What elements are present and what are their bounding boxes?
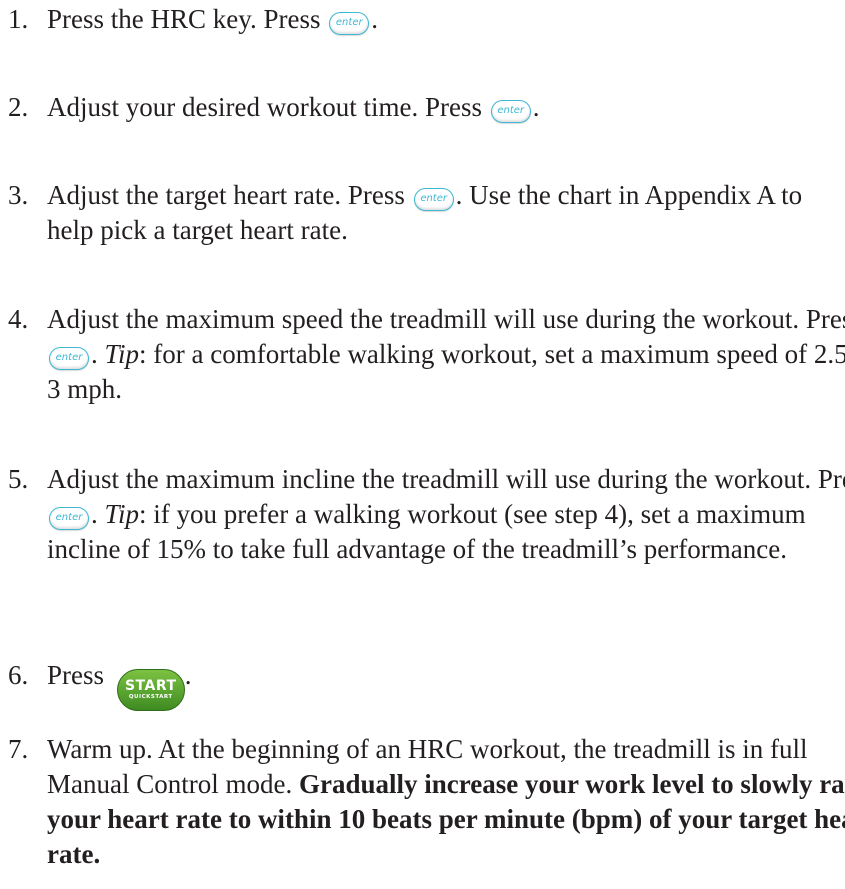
step-3: 3. Adjust the target heart rate. Press e…: [8, 178, 807, 248]
step-text: : if you prefer a walking workout (see s…: [47, 499, 806, 564]
step-text: Adjust your desired workout time. Press: [47, 92, 482, 122]
step-text: .: [91, 499, 98, 529]
tip-label: Tip: [104, 499, 140, 529]
step-2: 2. Adjust your desired workout time. Pre…: [8, 90, 845, 125]
step-text: Adjust the target heart rate. Press: [47, 180, 405, 210]
start-key-label: START: [124, 678, 177, 694]
step-text: .: [184, 660, 192, 690]
step-6: 6. Press START QUICKSTART .: [8, 658, 845, 711]
start-quickstart-key-icon: START QUICKSTART: [116, 669, 185, 711]
step-1: 1. Press the HRC key. Press enter.: [8, 2, 845, 37]
tip-label: Tip: [104, 339, 140, 369]
step-text: Adjust the maximum speed the treadmill w…: [47, 304, 845, 334]
step-text: .: [371, 4, 378, 34]
step-4: 4. Adjust the maximum speed the treadmil…: [8, 302, 845, 407]
step-number: 3.: [8, 180, 29, 210]
step-text: Press: [47, 660, 105, 690]
step-text: .: [91, 339, 98, 369]
step-text: Adjust the maximum incline the treadmill…: [47, 464, 845, 494]
step-number: 1.: [8, 4, 29, 34]
step-text: .: [532, 92, 540, 122]
step-number: 2.: [8, 92, 29, 122]
step-text: : for a comfortable walking workout, set…: [47, 339, 845, 404]
page: 1. Press the HRC key. Press enter. 2. Ad…: [0, 0, 845, 889]
enter-key-icon: enter: [49, 347, 89, 370]
enter-key-icon: enter: [329, 12, 370, 35]
enter-key-icon: enter: [49, 507, 89, 530]
step-number: 6.: [8, 660, 29, 690]
step-number: 7.: [8, 734, 29, 764]
step-number: 4.: [8, 304, 29, 334]
step-number: 5.: [8, 464, 29, 494]
enter-key-icon: enter: [490, 100, 531, 123]
enter-key-icon: enter: [413, 188, 454, 211]
step-7: 7. Warm up. At the beginning of an HRC w…: [8, 732, 845, 872]
start-key-sublabel: QUICKSTART: [128, 694, 173, 700]
step-5: 5. Adjust the maximum incline the treadm…: [8, 462, 845, 567]
step-text: Press the HRC key. Press: [47, 4, 321, 34]
